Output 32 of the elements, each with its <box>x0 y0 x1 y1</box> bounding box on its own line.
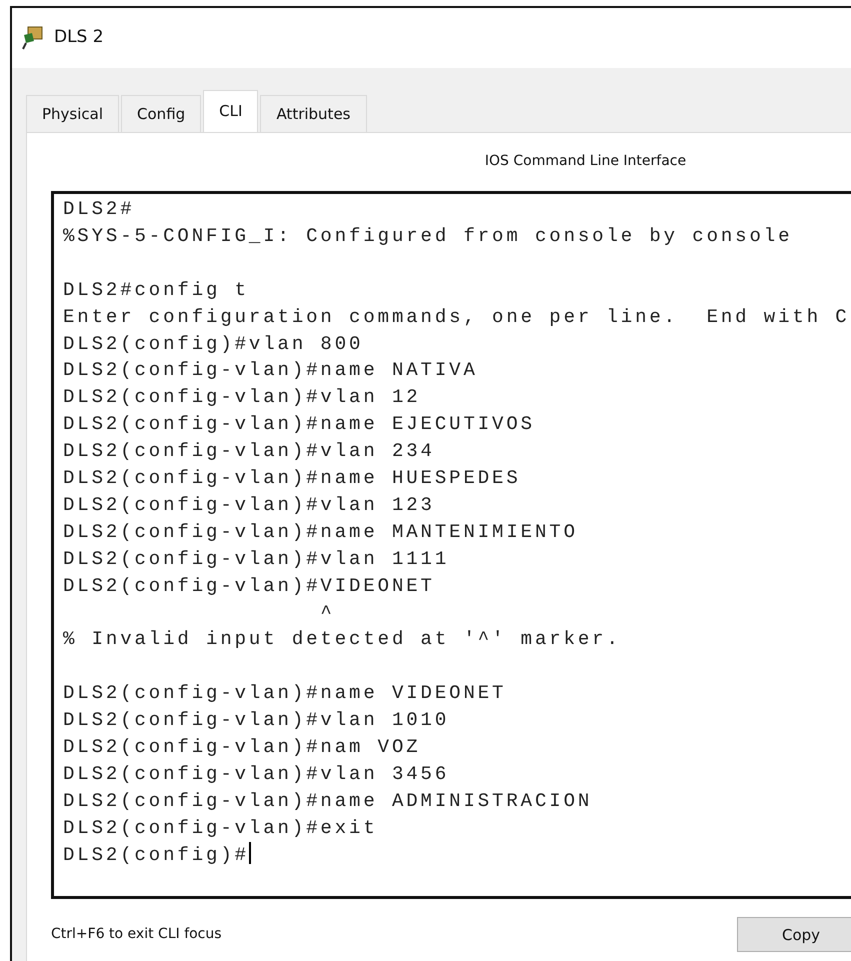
console-line: DLS2(config-vlan)#exit <box>63 816 378 839</box>
console-line: DLS2(config-vlan)#vlan 1010 <box>63 709 450 732</box>
console-line: DLS2(config-vlan)#vlan 3456 <box>63 763 450 785</box>
copy-button[interactable]: Copy <box>737 917 851 952</box>
console-line: DLS2(config-vlan)#name HUESPEDES <box>63 467 521 490</box>
console-line: DLS2(config-vlan)#vlan 234 <box>63 440 435 462</box>
tab[interactable]: Attributes <box>260 95 366 132</box>
console-line: DLS2(config-vlan)#name EJECUTIVOS <box>63 413 535 436</box>
console-line: DLS2(config)# <box>63 844 249 866</box>
console-line: ^ <box>319 602 335 624</box>
focus-hint: Ctrl+F6 to exit CLI focus <box>51 925 222 944</box>
console-line: DLS2(config)#vlan 800 <box>63 332 364 355</box>
console-line: DLS2(config-vlan)#name MANTENIMIENTO <box>63 520 578 543</box>
console-line: Enter configuration commands, one per line. End with C <box>63 306 850 328</box>
console-line: DLS2# <box>63 198 135 220</box>
console-line: DLS2(config-vlan)#vlan 123 <box>63 494 435 516</box>
console-line: DLS2(config-vlan)#name NATIVA <box>63 359 478 382</box>
console-line: DLS2(config-vlan)#nam VOZ <box>63 736 421 758</box>
console-line: DLS2(config-vlan)#VIDEONET <box>63 574 435 597</box>
console-line: DLS2(config-vlan)#name VIDEONET <box>63 682 506 704</box>
window-title: DLS 2 <box>54 26 104 50</box>
console-line: DLS2(config-vlan)#name ADMINISTRACION <box>63 790 592 812</box>
console-line: %SYS-5-CONFIG_I: Configured from console by console <box>63 224 792 247</box>
tab[interactable]: Physical <box>26 95 120 132</box>
panel-title: IOS Command Line Interface <box>484 152 688 171</box>
console-line: DLS2(config-vlan)#vlan 12 <box>63 386 421 408</box>
console-line: DLS2#config t <box>63 278 249 301</box>
console-line: % Invalid input detected at '^' marker. <box>63 628 621 650</box>
console-line: DLS2(config-vlan)#vlan 1111 <box>63 548 450 570</box>
tab[interactable]: CLI <box>203 90 258 132</box>
console-output[interactable] <box>51 191 851 899</box>
tab[interactable]: Config <box>121 95 202 132</box>
